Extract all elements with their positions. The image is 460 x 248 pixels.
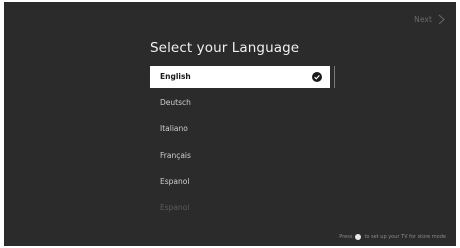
language-list: English Deutsch Italiano Français Espano…: [150, 66, 330, 223]
language-label: Italiano: [160, 124, 188, 134]
language-option-italiano[interactable]: Italiano: [150, 118, 330, 140]
language-option-english[interactable]: English: [150, 66, 330, 88]
hint-text-before: Press: [339, 234, 353, 240]
language-label: Espanol: [160, 176, 190, 186]
language-label: Deutsch: [160, 98, 191, 108]
list-scrollbar[interactable]: [334, 66, 335, 88]
hint-text-after: to set up your TV for store mode: [364, 234, 446, 240]
language-label: Espanol: [160, 202, 190, 212]
store-mode-hint: Press to set up your TV for store mode: [339, 234, 446, 240]
check-circle-icon: [312, 72, 322, 82]
language-option-francais[interactable]: Français: [150, 145, 330, 167]
language-label: English: [160, 72, 191, 81]
language-option-espanol-2[interactable]: Espanol: [150, 197, 330, 219]
tv-setup-screen: Next Select your Language English Deutsc…: [4, 2, 456, 246]
next-button[interactable]: Next: [414, 14, 446, 25]
language-option-espanol[interactable]: Espanol: [150, 171, 330, 193]
language-label: Français: [160, 150, 191, 160]
next-label: Next: [414, 15, 432, 24]
page-title: Select your Language: [150, 40, 300, 56]
language-option-deutsch[interactable]: Deutsch: [150, 92, 330, 114]
chevron-right-icon: [438, 14, 445, 25]
dot-button-icon: [355, 234, 362, 240]
